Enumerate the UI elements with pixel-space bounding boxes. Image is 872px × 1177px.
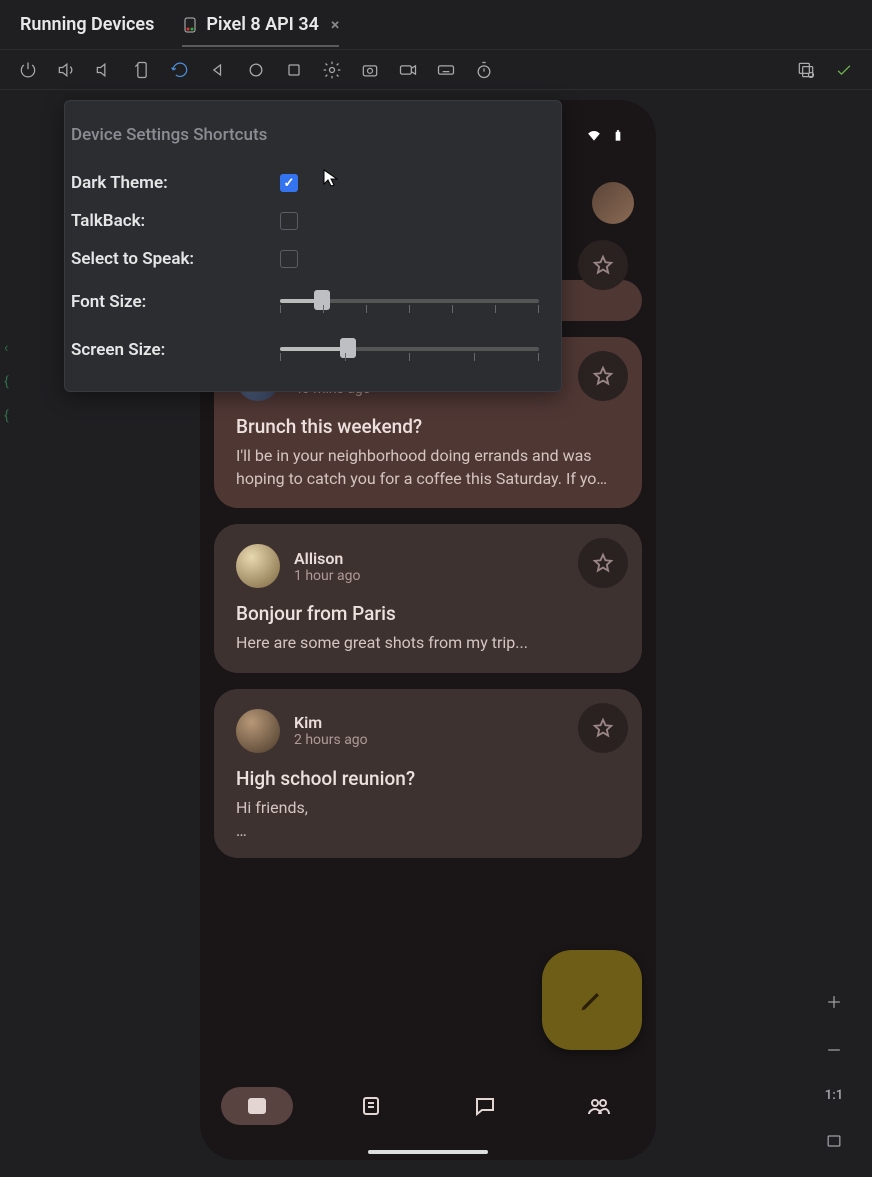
time-ago: 2 hours ago xyxy=(294,732,368,748)
overview-icon[interactable] xyxy=(284,60,304,80)
editor-gutter-fragment: ‹{{ xyxy=(0,340,9,424)
battery-icon xyxy=(610,128,626,147)
wifi-icon xyxy=(586,128,602,147)
zoom-ratio-label[interactable]: 1:1 xyxy=(825,1088,843,1103)
select-to-speak-checkbox[interactable] xyxy=(280,250,298,268)
ellipsis: … xyxy=(236,821,620,840)
dark-theme-label: Dark Theme: xyxy=(65,173,280,193)
stopwatch-icon[interactable] xyxy=(474,60,494,80)
device-settings-popup: Device Settings Shortcuts Dark Theme: Ta… xyxy=(64,100,562,392)
tab-label: Running Devices xyxy=(20,14,154,35)
emulator-toolbar xyxy=(0,50,872,90)
email-subject: Brunch this weekend? xyxy=(236,415,620,438)
tab-running-devices[interactable]: Running Devices xyxy=(20,14,154,35)
back-icon[interactable] xyxy=(208,60,228,80)
mouse-cursor xyxy=(322,168,342,192)
settings-gear-icon[interactable] xyxy=(322,60,342,80)
screen-size-slider[interactable] xyxy=(280,335,539,365)
email-subject: High school reunion? xyxy=(236,767,620,790)
nav-inbox[interactable] xyxy=(221,1087,293,1125)
sender-name: Kim xyxy=(294,713,368,732)
nav-chat[interactable] xyxy=(449,1087,521,1125)
screen-size-label: Screen Size: xyxy=(65,340,280,360)
email-card[interactable]: Kim 2 hours ago High school reunion? Hi … xyxy=(214,689,642,858)
profile-avatar[interactable] xyxy=(592,182,634,224)
nav-articles[interactable] xyxy=(335,1087,407,1125)
sender-name: Allison xyxy=(294,549,360,568)
tab-bar: Running Devices Pixel 8 API 34 × xyxy=(0,0,872,50)
sender-avatar xyxy=(236,544,280,588)
rotate-left-icon[interactable] xyxy=(132,60,152,80)
zoom-in-button[interactable] xyxy=(824,992,844,1012)
email-preview: Here are some great shots from my trip..… xyxy=(236,631,620,654)
bottom-navigation xyxy=(200,1074,656,1138)
volume-down-icon[interactable] xyxy=(94,60,114,80)
sender-avatar xyxy=(236,709,280,753)
star-button[interactable] xyxy=(578,538,628,588)
rotate-right-icon[interactable] xyxy=(170,60,190,80)
star-button[interactable] xyxy=(578,240,628,290)
star-button[interactable] xyxy=(578,351,628,401)
font-size-slider[interactable] xyxy=(280,287,539,317)
zoom-rail: 1:1 xyxy=(810,0,858,1177)
home-icon[interactable] xyxy=(246,60,266,80)
keyboard-icon[interactable] xyxy=(436,60,456,80)
zoom-out-button[interactable] xyxy=(824,1040,844,1060)
record-icon[interactable] xyxy=(398,60,418,80)
dark-theme-checkbox[interactable] xyxy=(280,174,298,192)
talkback-label: TalkBack: xyxy=(65,211,280,231)
status-bar xyxy=(586,128,626,147)
talkback-checkbox[interactable] xyxy=(280,212,298,230)
nav-people[interactable] xyxy=(563,1087,635,1125)
font-size-label: Font Size: xyxy=(65,292,280,312)
select-to-speak-label: Select to Speak: xyxy=(65,249,280,269)
power-icon[interactable] xyxy=(18,60,38,80)
popup-title: Device Settings Shortcuts xyxy=(71,125,539,145)
email-preview: I'll be in your neighborhood doing erran… xyxy=(236,444,620,490)
device-icon xyxy=(182,17,198,33)
time-ago: 1 hour ago xyxy=(294,568,360,584)
email-preview: Hi friends, xyxy=(236,796,620,819)
tab-device[interactable]: Pixel 8 API 34 × xyxy=(182,14,339,47)
pencil-icon xyxy=(578,986,606,1014)
screenshot-icon[interactable] xyxy=(360,60,380,80)
compose-fab[interactable] xyxy=(542,950,642,1050)
volume-up-icon[interactable] xyxy=(56,60,76,80)
email-card[interactable]: Allison 1 hour ago Bonjour from Paris He… xyxy=(214,524,642,672)
close-icon[interactable]: × xyxy=(331,15,340,34)
home-indicator xyxy=(368,1150,488,1154)
email-subject: Bonjour from Paris xyxy=(236,602,620,625)
fit-screen-button[interactable] xyxy=(824,1131,844,1151)
star-button[interactable] xyxy=(578,703,628,753)
tab-label: Pixel 8 API 34 xyxy=(206,14,319,35)
